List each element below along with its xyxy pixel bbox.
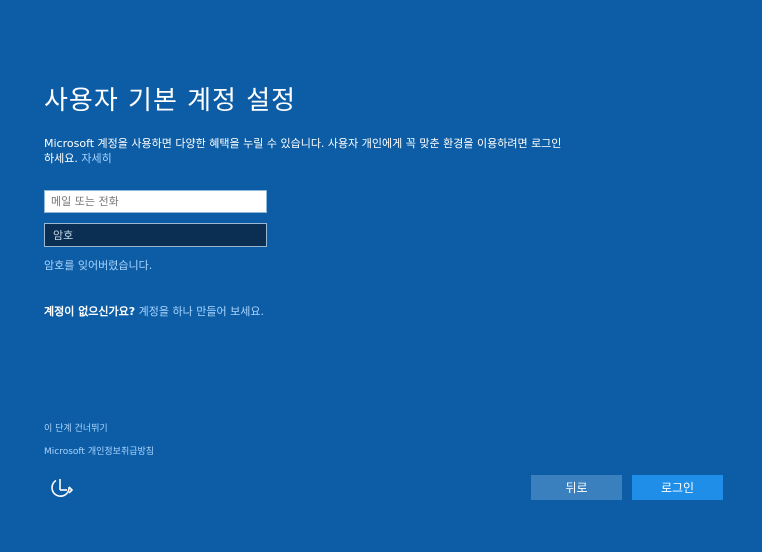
email-input[interactable] — [44, 190, 267, 213]
learn-more-link[interactable]: 자세히 — [81, 152, 111, 165]
login-button[interactable]: 로그인 — [632, 475, 723, 500]
page-description: Microsoft 계정을 사용하면 다양한 혜택을 누릴 수 있습니다. 사용… — [44, 136, 564, 166]
privacy-policy-link[interactable]: Microsoft 개인정보취급방침 — [44, 444, 154, 457]
description-text: Microsoft 계정을 사용하면 다양한 혜택을 누릴 수 있습니다. 사용… — [44, 137, 562, 165]
ease-of-access-icon[interactable] — [47, 476, 75, 500]
back-button[interactable]: 뒤로 — [531, 475, 622, 500]
no-account-question: 계정이 없으신가요? — [44, 305, 136, 318]
skip-step-link[interactable]: 이 단계 건너뛰기 — [44, 421, 108, 434]
page-title: 사용자 기본 계정 설정 — [44, 86, 297, 116]
password-input[interactable] — [44, 223, 267, 247]
create-account-link[interactable]: 계정을 하나 만들어 보세요. — [139, 305, 264, 318]
no-account-section: 계정이 없으신가요? 계정을 하나 만들어 보세요. — [44, 304, 269, 319]
forgot-password-link[interactable]: 암호를 잊어버렸습니다. — [44, 257, 152, 273]
